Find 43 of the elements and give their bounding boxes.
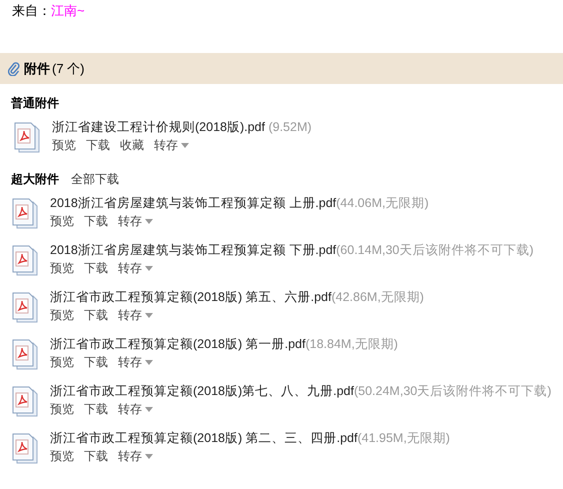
action-link[interactable]: 下载 (84, 259, 108, 277)
paperclip-icon (8, 62, 20, 76)
file-name[interactable]: 浙江省建设工程计价规则(2018版).pdf (9.52M) (52, 118, 312, 136)
action-link[interactable]: 收藏 (120, 136, 144, 154)
caret-icon (181, 142, 189, 148)
action-link[interactable]: 预览 (50, 212, 74, 230)
attachments-title: 附件 (24, 60, 50, 78)
file-name[interactable]: 浙江省市政工程预算定额(2018版)第七、八、九册.pdf(50.24M,30天后该附件将不可下载) (50, 382, 552, 400)
section-title: 超大附件 (11, 171, 59, 188)
file-name[interactable]: 浙江省市政工程预算定额(2018版) 第二、三、四册.pdf(41.95M,无限期) (50, 429, 450, 447)
action-link[interactable]: 下载 (84, 447, 108, 465)
action-link[interactable]: 预览 (50, 353, 74, 371)
file-name[interactable]: 浙江省市政工程预算定额(2018版) 第一册.pdf(18.84M,无限期) (50, 335, 398, 353)
file-name[interactable]: 浙江省市政工程预算定额(2018版) 第五、六册.pdf(42.86M,无限期) (50, 288, 424, 306)
action-link[interactable]: 下载 (84, 306, 108, 324)
action-link[interactable]: 预览 (50, 447, 74, 465)
action-link[interactable]: 下载 (84, 400, 108, 418)
section-title: 普通附件 (11, 95, 59, 112)
save-to-dropdown[interactable]: 转存 (118, 259, 153, 277)
caret-icon (145, 266, 153, 270)
action-link[interactable]: 预览 (50, 400, 74, 418)
caret-icon (145, 406, 153, 412)
save-to-dropdown[interactable]: 转存 (118, 353, 153, 371)
sender-label: 来自： (12, 2, 51, 20)
caret-icon (145, 360, 153, 364)
file-name[interactable]: 2018浙江省房屋建筑与装饰工程预算定额 上册.pdf(44.06M,无限期) (50, 194, 429, 212)
action-link[interactable]: 预览 (50, 306, 74, 324)
file-name[interactable]: 2018浙江省房屋建筑与装饰工程预算定额 下册.pdf(60.14M,30天后该附件将不可下载) (50, 241, 534, 259)
action-link[interactable]: 下载 (84, 353, 108, 371)
caret-icon (145, 454, 153, 458)
action-link[interactable]: 预览 (50, 259, 74, 277)
action-link[interactable]: 下载 (84, 212, 108, 230)
save-to-dropdown[interactable]: 转存 (118, 306, 153, 324)
save-to-dropdown[interactable]: 转存 (118, 400, 153, 418)
save-to-dropdown[interactable]: 转存 (118, 212, 153, 230)
caret-icon (145, 312, 153, 318)
action-link[interactable]: 下载 (86, 136, 110, 154)
save-to-dropdown[interactable]: 转存 (154, 136, 189, 154)
download-all-link[interactable]: 全部下载 (71, 170, 119, 188)
save-to-dropdown[interactable]: 转存 (118, 447, 153, 465)
caret-icon (145, 218, 153, 224)
action-link[interactable]: 预览 (52, 136, 76, 154)
attachments-count: (7 个) (52, 60, 84, 78)
